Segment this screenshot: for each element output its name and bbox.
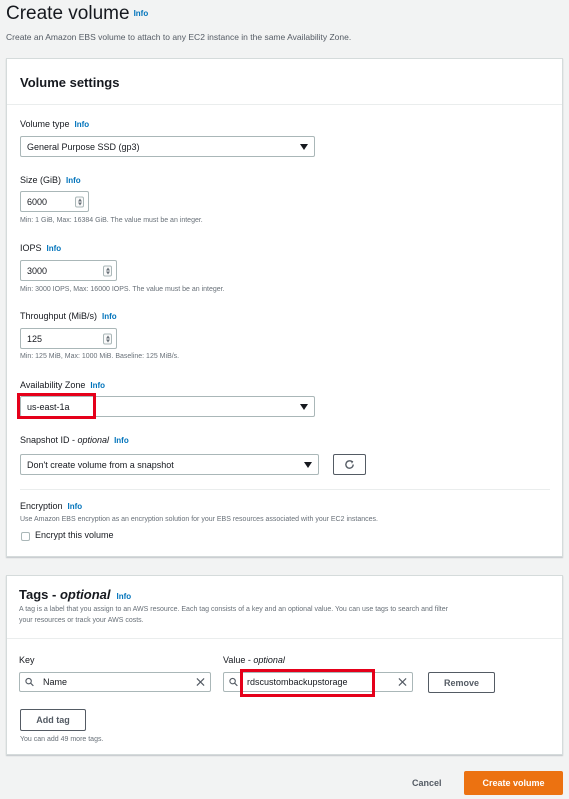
volume-type-info-link[interactable]: Info xyxy=(75,120,90,129)
size-value: 6000 xyxy=(27,196,48,207)
page-title-info-link[interactable]: Info xyxy=(134,9,149,18)
encryption-label: Encryption Info xyxy=(20,501,82,511)
tag-value-input[interactable]: rdscustombackupstorage xyxy=(223,672,413,692)
iops-hint: Min: 3000 IOPS, Max: 16000 IOPS. The val… xyxy=(20,286,225,293)
availability-zone-select[interactable]: us-east-1a xyxy=(20,396,315,417)
snapshot-label: Snapshot ID - optional Info xyxy=(20,435,129,445)
caret-down-icon xyxy=(304,461,312,468)
page-description: Create an Amazon EBS volume to attach to… xyxy=(6,32,352,42)
encryption-divider xyxy=(20,489,550,490)
volume-settings-header: Volume settings xyxy=(7,59,562,105)
size-hint: Min: 1 GiB, Max: 16384 GiB. The value mu… xyxy=(20,217,203,224)
tag-key-label: Key xyxy=(19,655,35,665)
throughput-label-text: Throughput (MiB/s) xyxy=(20,311,98,321)
refresh-icon xyxy=(345,460,354,469)
availability-zone-label-text: Availability Zone xyxy=(20,380,86,390)
tag-value-label-text: Value xyxy=(223,655,246,665)
add-tag-button[interactable]: Add tag xyxy=(20,709,86,731)
encrypt-volume-checkbox[interactable] xyxy=(21,532,30,541)
tag-key-value: Name xyxy=(43,677,68,687)
iops-stepper[interactable] xyxy=(103,265,112,276)
encryption-label-text: Encryption xyxy=(20,501,63,511)
snapshot-info-link[interactable]: Info xyxy=(114,436,129,445)
size-info-link[interactable]: Info xyxy=(66,176,81,185)
encryption-description: Use Amazon EBS encryption as an encrypti… xyxy=(20,516,378,523)
clear-icon[interactable] xyxy=(196,677,205,687)
create-volume-button[interactable]: Create volume xyxy=(464,771,563,795)
size-stepper[interactable] xyxy=(75,196,84,207)
tags-panel: Tags - optional Info A tag is a label tha… xyxy=(6,575,563,755)
page-title: Create volume Info xyxy=(6,3,148,25)
snapshot-label-text: Snapshot ID xyxy=(20,435,70,445)
iops-info-link[interactable]: Info xyxy=(47,244,62,253)
tags-info-link[interactable]: Info xyxy=(117,592,132,601)
iops-input[interactable]: 3000 xyxy=(20,260,117,281)
iops-label: IOPS Info xyxy=(20,243,61,253)
snapshot-select[interactable]: Don't create volume from a snapshot xyxy=(20,454,319,475)
caret-down-icon xyxy=(300,143,308,150)
snapshot-value: Don't create volume from a snapshot xyxy=(27,459,174,470)
tag-value-label: Value - optional xyxy=(223,655,285,665)
throughput-value: 125 xyxy=(27,333,43,344)
caret-down-icon xyxy=(300,403,308,410)
tags-divider xyxy=(7,638,562,639)
tags-title: Tags - optional Info xyxy=(19,587,132,602)
throughput-label: Throughput (MiB/s) Info xyxy=(20,311,117,321)
tags-description-line2: your resources or track your AWS costs. xyxy=(19,617,144,624)
throughput-hint: Min: 125 MiB, Max: 1000 MiB. Baseline: 1… xyxy=(20,353,180,360)
volume-settings-title: Volume settings xyxy=(20,75,120,90)
cancel-button[interactable]: Cancel xyxy=(412,778,442,788)
tags-title-optional: optional xyxy=(59,587,111,602)
volume-type-label-text: Volume type xyxy=(20,119,70,129)
availability-zone-value: us-east-1a xyxy=(27,401,70,412)
iops-label-text: IOPS xyxy=(20,243,42,253)
tags-title-text: Tags xyxy=(19,587,49,602)
page-title-text: Create volume xyxy=(6,3,130,24)
encrypt-volume-label[interactable]: Encrypt this volume xyxy=(35,530,114,540)
volume-type-value: General Purpose SSD (gp3) xyxy=(27,141,140,152)
tags-remaining-hint: You can add 49 more tags. xyxy=(20,736,104,743)
tag-key-input[interactable]: Name xyxy=(19,672,211,692)
search-icon xyxy=(25,677,34,687)
tag-value-value: rdscustombackupstorage xyxy=(247,677,348,687)
volume-type-label: Volume type Info xyxy=(20,119,89,129)
volume-settings-panel: Volume settings Volume type Info General … xyxy=(6,58,563,557)
refresh-snapshots-button[interactable] xyxy=(333,454,366,475)
size-input[interactable]: 6000 xyxy=(20,191,89,212)
availability-zone-info-link[interactable]: Info xyxy=(90,381,105,390)
volume-type-select[interactable]: General Purpose SSD (gp3) xyxy=(20,136,315,157)
encryption-info-link[interactable]: Info xyxy=(68,502,83,511)
size-label: Size (GiB) Info xyxy=(20,175,81,185)
iops-value: 3000 xyxy=(27,265,48,276)
remove-tag-button[interactable]: Remove xyxy=(428,672,495,693)
search-icon xyxy=(229,677,238,687)
clear-icon[interactable] xyxy=(398,677,407,687)
throughput-stepper[interactable] xyxy=(103,333,112,344)
snapshot-label-optional: optional xyxy=(77,435,110,445)
throughput-input[interactable]: 125 xyxy=(20,328,117,349)
tags-description-line1: A tag is a label that you assign to an A… xyxy=(19,606,448,613)
throughput-info-link[interactable]: Info xyxy=(102,312,117,321)
tag-value-label-optional: optional xyxy=(253,655,285,665)
availability-zone-label: Availability Zone Info xyxy=(20,380,105,390)
size-label-text: Size (GiB) xyxy=(20,175,62,185)
